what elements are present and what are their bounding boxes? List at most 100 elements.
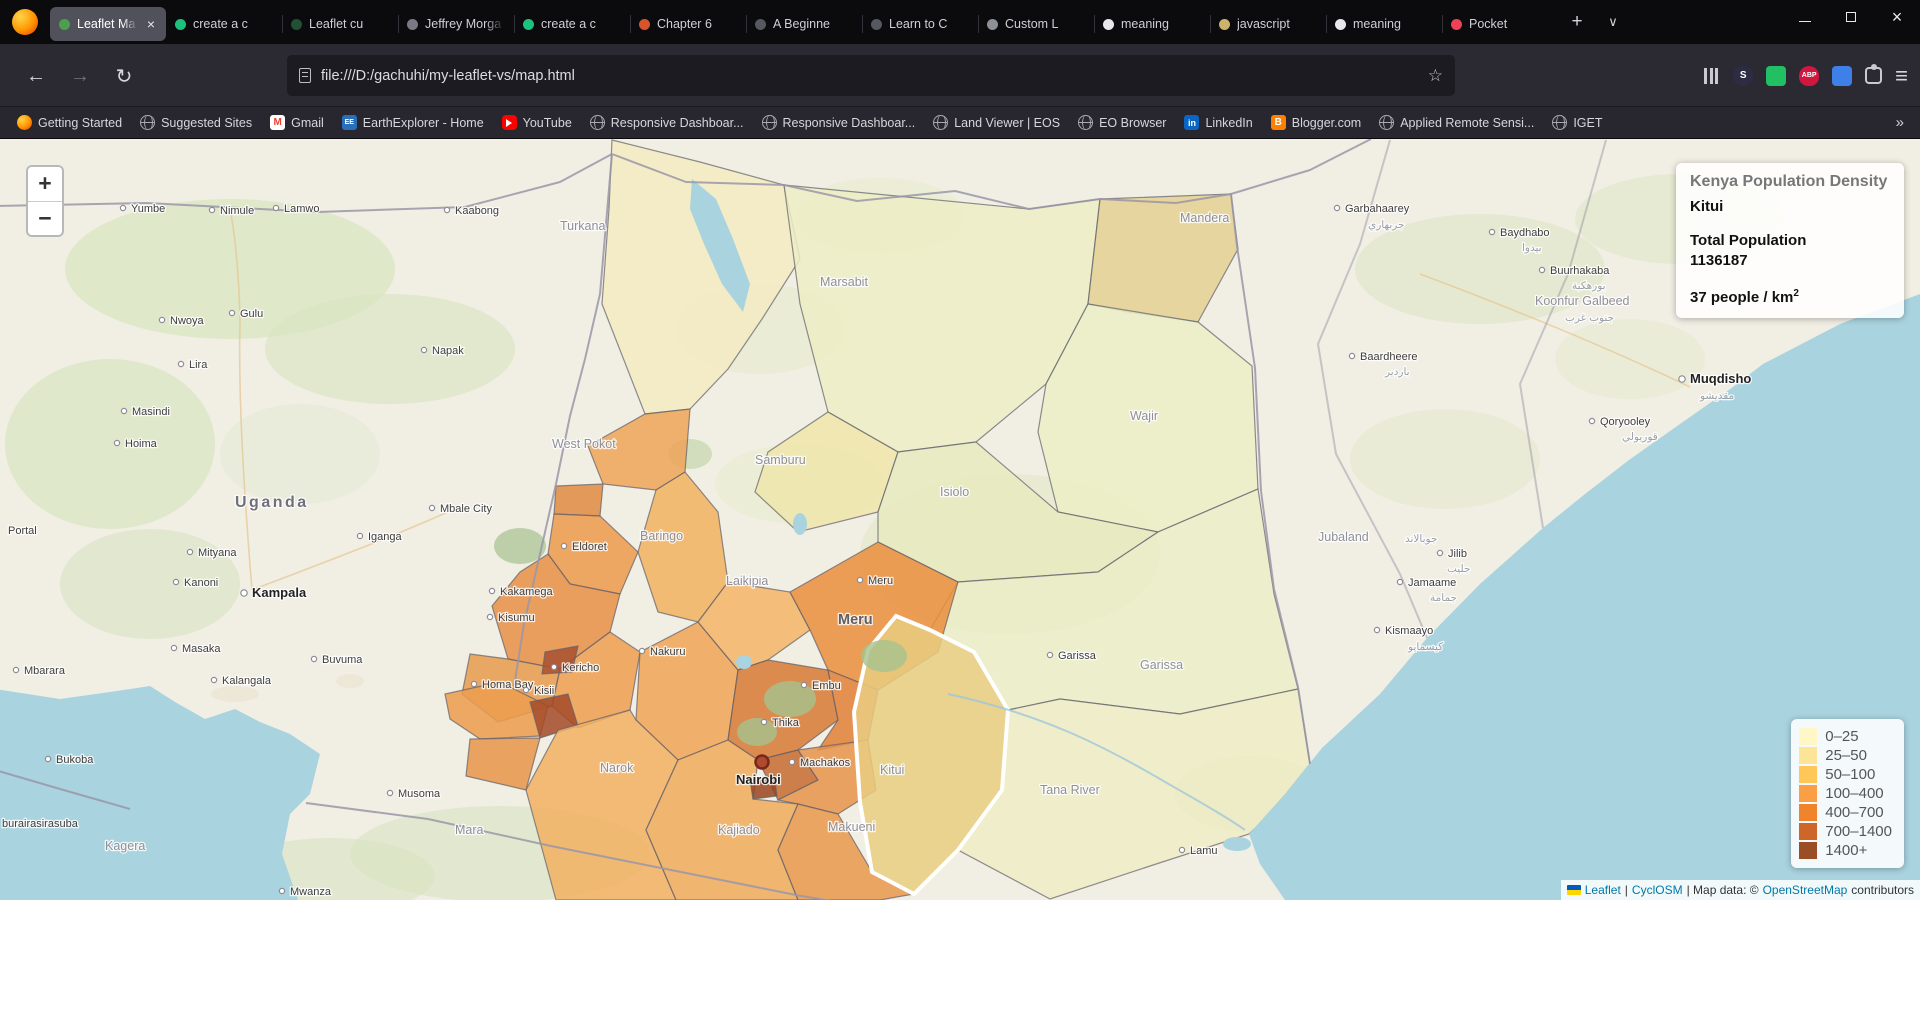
- url-bar[interactable]: file:///D:/gachuhi/my-leaflet-vs/map.htm…: [287, 55, 1455, 96]
- bookmark-item[interactable]: Responsive Dashboar...: [755, 111, 923, 134]
- legend-swatch: [1799, 804, 1817, 821]
- adblock-plus-icon[interactable]: ABP: [1799, 66, 1819, 86]
- tab[interactable]: Custom L: [978, 6, 1094, 42]
- map-label: Nairobi: [736, 772, 781, 787]
- kenya-map-canvas[interactable]: YumbeNimuleLamwoKaabongTurkanaGarbahaare…: [0, 139, 1920, 900]
- place-dot: [429, 505, 434, 510]
- map-label: Baydhabo: [1500, 227, 1550, 239]
- map-label: بيدوا: [1522, 242, 1542, 254]
- extension-s-icon[interactable]: S: [1733, 66, 1753, 86]
- tab[interactable]: Leaflet cu: [282, 6, 398, 42]
- leaflet-map[interactable]: YumbeNimuleLamwoKaabongTurkanaGarbahaare…: [0, 139, 1920, 900]
- bookmark-item[interactable]: BBlogger.com: [1264, 111, 1368, 134]
- globe-icon: [1552, 115, 1567, 130]
- tab[interactable]: create a c: [514, 6, 630, 42]
- openstreetmap-link[interactable]: OpenStreetMap: [1763, 883, 1848, 897]
- map-label: Laikipia: [726, 574, 768, 588]
- map-label: بورهكبة: [1572, 280, 1606, 292]
- list-all-tabs-button[interactable]: ∨: [1596, 6, 1630, 38]
- tab[interactable]: A Beginne: [746, 6, 862, 42]
- tab-title: javascript: [1237, 17, 1317, 31]
- bookmark-item[interactable]: Responsive Dashboar...: [583, 111, 751, 134]
- new-tab-button[interactable]: +: [1560, 6, 1594, 38]
- cyclosm-link[interactable]: CyclOSM: [1632, 883, 1683, 897]
- bookmark-item[interactable]: Applied Remote Sensi...: [1372, 111, 1541, 134]
- tab-favicon: [755, 19, 766, 30]
- map-label: Kisumu: [498, 612, 535, 624]
- extension-blue-icon[interactable]: [1832, 66, 1852, 86]
- map-label: West Pokot: [552, 437, 616, 451]
- extension-green-icon[interactable]: [1766, 66, 1786, 86]
- place-dot: [551, 664, 556, 669]
- legend-swatch: [1799, 785, 1817, 802]
- bookmark-item[interactable]: EO Browser: [1071, 111, 1173, 134]
- map-shape: [265, 294, 515, 404]
- legend-row: 400–700: [1799, 803, 1892, 822]
- bookmark-item[interactable]: Land Viewer | EOS: [926, 111, 1067, 134]
- forward-button[interactable]: →: [62, 58, 98, 94]
- minimize-button[interactable]: [1782, 0, 1828, 34]
- library-icon[interactable]: [1704, 68, 1720, 84]
- tab[interactable]: Learn to C: [862, 6, 978, 42]
- legend-label: 400–700: [1825, 804, 1883, 821]
- map-label: Iganga: [368, 531, 403, 543]
- info-county: Kitui: [1690, 198, 1890, 215]
- map-label: جليب: [1447, 563, 1470, 575]
- bookmark-item[interactable]: Getting Started: [10, 111, 129, 134]
- window-controls: ×: [1782, 0, 1920, 44]
- bookmark-item[interactable]: Suggested Sites: [133, 111, 259, 134]
- tab-close-icon[interactable]: ×: [145, 16, 157, 32]
- bookmark-item[interactable]: EEEarthExplorer - Home: [335, 111, 491, 134]
- extensions-icon[interactable]: [1865, 67, 1882, 84]
- reload-button[interactable]: ↻: [106, 58, 142, 94]
- tab[interactable]: meaning: [1326, 6, 1442, 42]
- tab[interactable]: create a c: [166, 6, 282, 42]
- place-dot: [121, 408, 126, 413]
- place-dot: [171, 645, 176, 650]
- tab-title: A Beginne: [773, 17, 853, 31]
- map-label: Meru: [868, 575, 893, 587]
- tab[interactable]: meaning: [1094, 6, 1210, 42]
- bookmark-item[interactable]: YouTube: [495, 111, 579, 134]
- minimize-icon: [1799, 21, 1811, 22]
- map-label: Kaabong: [455, 205, 499, 217]
- bookmark-item[interactable]: IGET: [1545, 111, 1609, 134]
- tab[interactable]: Pocket: [1442, 6, 1558, 42]
- place-dot: [211, 677, 216, 682]
- map-label: Kakamega: [500, 586, 553, 598]
- map-label: Mwanza: [290, 886, 332, 898]
- map-label: Bukoba: [56, 754, 94, 766]
- bookmark-item[interactable]: MGmail: [263, 111, 331, 134]
- tab-favicon: [1335, 19, 1346, 30]
- bookmarks-overflow-chevron[interactable]: »: [1890, 114, 1910, 131]
- leaflet-link[interactable]: Leaflet: [1585, 883, 1621, 897]
- close-button[interactable]: ×: [1874, 0, 1920, 34]
- map-label: Muqdisho: [1690, 371, 1751, 386]
- globe-icon: [933, 115, 948, 130]
- tab-active[interactable]: Leaflet Ma×: [50, 7, 166, 41]
- firefox-logo-icon[interactable]: [12, 9, 38, 35]
- tab[interactable]: javascript: [1210, 6, 1326, 42]
- maximize-button[interactable]: [1828, 0, 1874, 34]
- tab-title: Jeffrey Morga: [425, 17, 505, 31]
- navigation-toolbar: ← → ↻ file:///D:/gachuhi/my-leaflet-vs/m…: [0, 44, 1920, 107]
- tab-title: Custom L: [1005, 17, 1085, 31]
- zoom-in-button[interactable]: +: [28, 167, 62, 201]
- tab-favicon: [987, 19, 998, 30]
- url-text[interactable]: file:///D:/gachuhi/my-leaflet-vs/map.htm…: [321, 68, 1418, 84]
- map-label: Mara: [455, 823, 484, 837]
- firefox-icon: [17, 115, 32, 130]
- zoom-out-button[interactable]: −: [28, 201, 62, 235]
- place-dot: [1374, 627, 1379, 632]
- map-label: Kagera: [105, 839, 145, 853]
- back-button[interactable]: ←: [18, 58, 54, 94]
- tab-title: Leaflet cu: [309, 17, 389, 31]
- tab[interactable]: Chapter 6: [630, 6, 746, 42]
- bookmark-item[interactable]: inLinkedIn: [1177, 111, 1259, 134]
- menu-icon[interactable]: ≡: [1895, 63, 1908, 89]
- map-shape: [5, 359, 215, 529]
- tab[interactable]: Jeffrey Morga: [398, 6, 514, 42]
- bookmarks-list: Getting StartedSuggested SitesMGmailEEEa…: [10, 111, 1890, 134]
- map-label: باردير: [1384, 366, 1410, 378]
- bookmark-star-icon[interactable]: ☆: [1428, 66, 1443, 86]
